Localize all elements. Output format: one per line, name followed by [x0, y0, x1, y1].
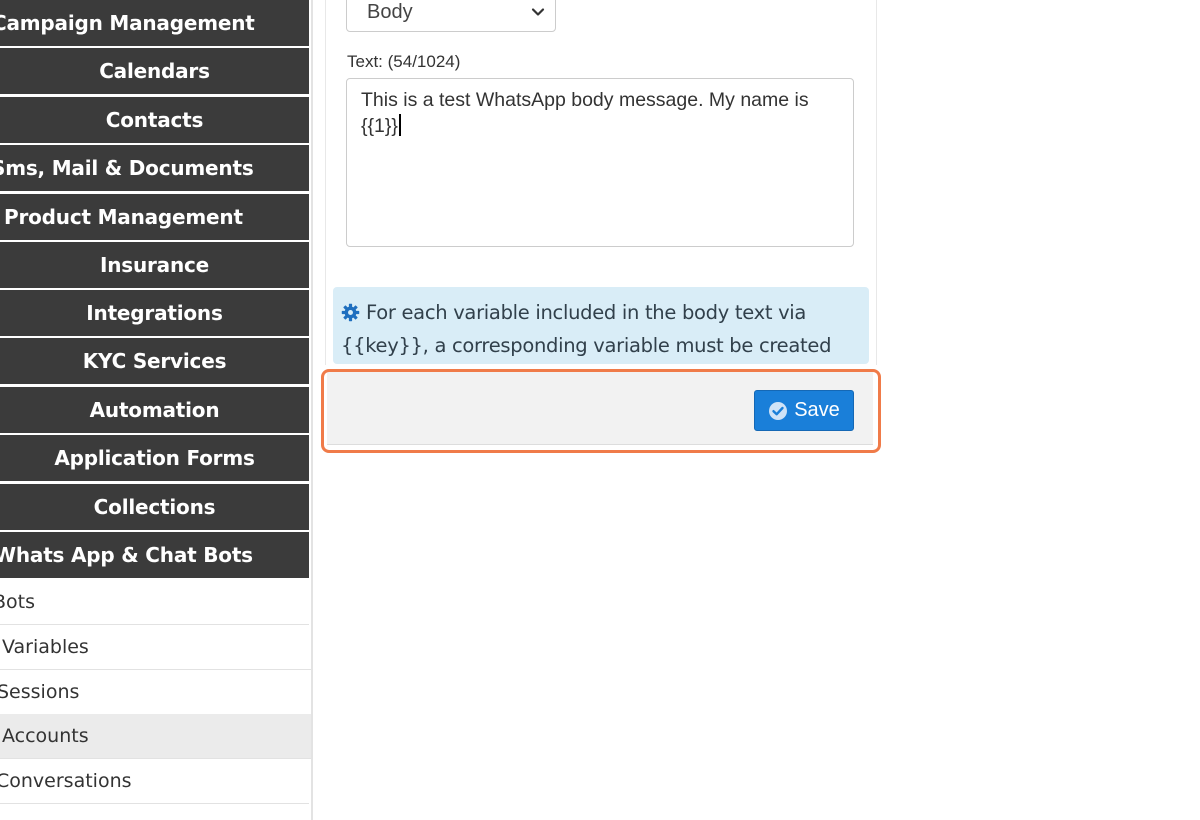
submenu-item-bots[interactable]: Bots [0, 580, 309, 625]
menu-item-label: Automation [89, 398, 220, 422]
submenu-item-label: Bots [0, 591, 36, 613]
menu-item-whatsapp-chat-bots[interactable]: Whats App & Chat Bots [0, 532, 309, 580]
submenu-item-variables[interactable]: Variables [0, 625, 311, 670]
app-window: Campaign Management Calendars Contacts S… [0, 0, 1200, 820]
menu-item-application-forms[interactable]: Application Forms [0, 435, 309, 483]
info-alert: For each variable included in the body t… [333, 287, 869, 364]
save-button-label: Save [794, 399, 840, 421]
submenu-item-label: Sessions [0, 681, 80, 703]
info-alert-text: For each variable included in the body t… [366, 301, 807, 324]
submenu-item-label: Accounts [2, 725, 89, 747]
menu-item-kyc-services[interactable]: KYC Services [0, 338, 309, 386]
text-caret [398, 114, 401, 136]
submenu-item-label: Conversations [0, 770, 132, 792]
menu-item-integrations[interactable]: Integrations [0, 290, 309, 338]
menu-item-label: Sms, Mail & Documents [0, 156, 254, 180]
menu-item-sms-mail-documents[interactable]: Sms, Mail & Documents [0, 145, 309, 193]
info-alert-text-2: {{key}}, a corresponding variable must b… [341, 334, 832, 357]
check-circle-icon [769, 401, 788, 420]
menu-item-label: Whats App & Chat Bots [0, 543, 253, 567]
menu-item-product-management[interactable]: Product Management [0, 194, 309, 242]
save-button[interactable]: Save [754, 390, 854, 431]
menu-item-label: Product Management [4, 205, 243, 229]
menu-item-label: Campaign Management [0, 11, 255, 35]
info-alert-line: For each variable included in the body t… [341, 296, 861, 329]
menu-item-label: Application Forms [54, 446, 255, 470]
chevron-down-icon [531, 8, 545, 16]
submenu-item-sessions[interactable]: Sessions [0, 670, 309, 715]
menu-item-automation[interactable]: Automation [0, 387, 309, 435]
menu-item-insurance[interactable]: Insurance [0, 242, 309, 290]
menu-item-label: Calendars [99, 59, 210, 83]
text-field-label: Text: (54/1024) [347, 52, 461, 71]
component-type-select[interactable]: Body [346, 0, 556, 32]
select-value: Body [367, 0, 413, 23]
menu-item-label: KYC Services [82, 349, 227, 373]
gear-icon [341, 303, 360, 322]
menu-item-campaign-management[interactable]: Campaign Management [0, 0, 309, 48]
submenu-item-conversations[interactable]: Conversations [0, 759, 309, 804]
menu-item-calendars[interactable]: Calendars [0, 48, 309, 96]
menu-item-label: Insurance [99, 253, 210, 277]
menu-item-label: Collections [93, 495, 216, 519]
menu-item-label: Integrations [86, 301, 223, 325]
body-text-line: This is a test WhatsApp body message. My… [361, 89, 809, 111]
menu-item-collections[interactable]: Collections [0, 484, 309, 532]
submenu-item-label: Variables [2, 636, 89, 658]
submenu-item-accounts[interactable]: Accounts [0, 714, 311, 759]
body-text-variable: {{1}} [361, 115, 398, 137]
menu-item-contacts[interactable]: Contacts [0, 97, 309, 145]
body-text-line-2: {{1}} [361, 113, 839, 139]
menu-item-label: Contacts [105, 108, 204, 132]
sidebar: Campaign Management Calendars Contacts S… [0, 0, 313, 820]
body-text-input[interactable]: This is a test WhatsApp body message. My… [346, 78, 854, 247]
